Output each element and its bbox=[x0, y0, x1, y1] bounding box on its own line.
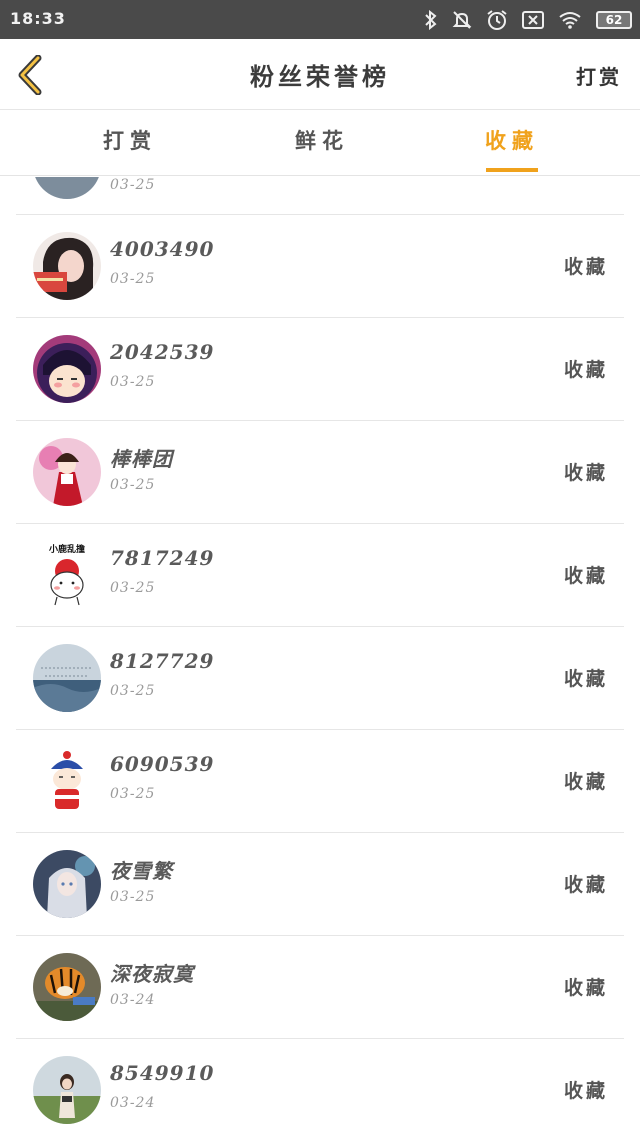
list-item-action: 收藏 bbox=[563, 874, 608, 896]
list-item-date: 03-25 bbox=[110, 177, 156, 193]
alarm-icon bbox=[486, 9, 508, 31]
avatar bbox=[33, 177, 101, 199]
list-item-action: 收藏 bbox=[563, 359, 608, 381]
list-item-date: 03-24 bbox=[110, 992, 156, 1008]
active-tab-indicator bbox=[486, 168, 538, 172]
list-item[interactable]: 棒棒团 03-25 收藏 bbox=[16, 421, 624, 524]
list-item-name: 8549910 bbox=[110, 1061, 215, 1085]
status-bar: 18:33 62 bbox=[0, 0, 640, 39]
list-item-action: 收藏 bbox=[563, 771, 608, 793]
bluetooth-icon bbox=[424, 10, 438, 30]
status-icons: 62 bbox=[410, 7, 632, 33]
tip-button[interactable]: 打赏 bbox=[576, 61, 622, 90]
list-item-date: 03-25 bbox=[110, 271, 156, 287]
list-item[interactable]: 夜雪繁 03-25 收藏 bbox=[16, 833, 624, 936]
tab-favorites[interactable]: 收藏 bbox=[442, 110, 582, 176]
status-time: 18:33 bbox=[10, 9, 66, 28]
list-item[interactable]: 8127729 03-25 收藏 bbox=[16, 627, 624, 730]
avatar bbox=[33, 335, 101, 403]
avatar bbox=[33, 747, 101, 815]
list-item-date: 03-25 bbox=[110, 374, 156, 390]
avatar: 小鹿乱撞 bbox=[33, 541, 101, 609]
list-item-date: 03-24 bbox=[110, 1095, 156, 1111]
sim-x-icon bbox=[522, 11, 544, 29]
list-item-name: 4003490 bbox=[110, 237, 215, 261]
avatar bbox=[33, 232, 101, 300]
list-item-name: 夜雪繁 bbox=[110, 859, 173, 883]
list-item-action: 收藏 bbox=[563, 565, 608, 587]
list-item-name: 8127729 bbox=[110, 649, 215, 673]
list-item-name: 2042539 bbox=[110, 340, 215, 364]
list-item-name: 棒棒团 bbox=[110, 447, 173, 471]
list-item-date: 03-25 bbox=[110, 889, 156, 905]
list-item-name: 7817249 bbox=[110, 546, 215, 570]
avatar bbox=[33, 953, 101, 1021]
avatar bbox=[33, 438, 101, 506]
list-item-date: 03-25 bbox=[110, 786, 156, 802]
list-item-action: 收藏 bbox=[563, 668, 608, 690]
wifi-icon bbox=[558, 11, 582, 29]
list-item[interactable]: 深夜寂寞 03-24 收藏 bbox=[16, 936, 624, 1039]
list-item-name: 6090539 bbox=[110, 752, 215, 776]
list-item[interactable]: 4003490 03-25 收藏 bbox=[16, 215, 624, 318]
list-item-date: 03-25 bbox=[110, 477, 156, 493]
tab-bar: 打赏 鲜花 收藏 bbox=[0, 110, 640, 176]
bell-off-icon bbox=[452, 10, 472, 30]
ranking-list[interactable]: 03-25 4003490 03-25 收藏 2042539 03-25 收藏 … bbox=[0, 177, 640, 1138]
nav-bar: 粉丝荣誉榜 打赏 bbox=[0, 39, 640, 110]
list-item-action: 收藏 bbox=[563, 1080, 608, 1102]
list-item-action: 收藏 bbox=[563, 256, 608, 278]
avatar bbox=[33, 850, 101, 918]
list-item[interactable]: 6090539 03-25 收藏 bbox=[16, 730, 624, 833]
tab-flowers[interactable]: 鲜花 bbox=[252, 110, 392, 176]
list-item-date: 03-25 bbox=[110, 683, 156, 699]
list-item[interactable]: 2042539 03-25 收藏 bbox=[16, 318, 624, 421]
avatar bbox=[33, 644, 101, 712]
battery-icon: 62 bbox=[596, 11, 632, 29]
list-item-date: 03-25 bbox=[110, 580, 156, 596]
avatar bbox=[33, 1056, 101, 1124]
list-item-name: 深夜寂寞 bbox=[110, 962, 194, 986]
tab-tip[interactable]: 打赏 bbox=[60, 110, 200, 176]
page-title: 粉丝荣誉榜 bbox=[250, 62, 390, 91]
avatar-caption: 小鹿乱撞 bbox=[48, 543, 85, 555]
list-item[interactable]: 8549910 03-24 收藏 bbox=[16, 1039, 624, 1138]
list-item-action: 收藏 bbox=[563, 977, 608, 999]
list-item[interactable]: 小鹿乱撞 7817249 03-25 收藏 bbox=[16, 524, 624, 627]
list-item-action: 收藏 bbox=[563, 462, 608, 484]
